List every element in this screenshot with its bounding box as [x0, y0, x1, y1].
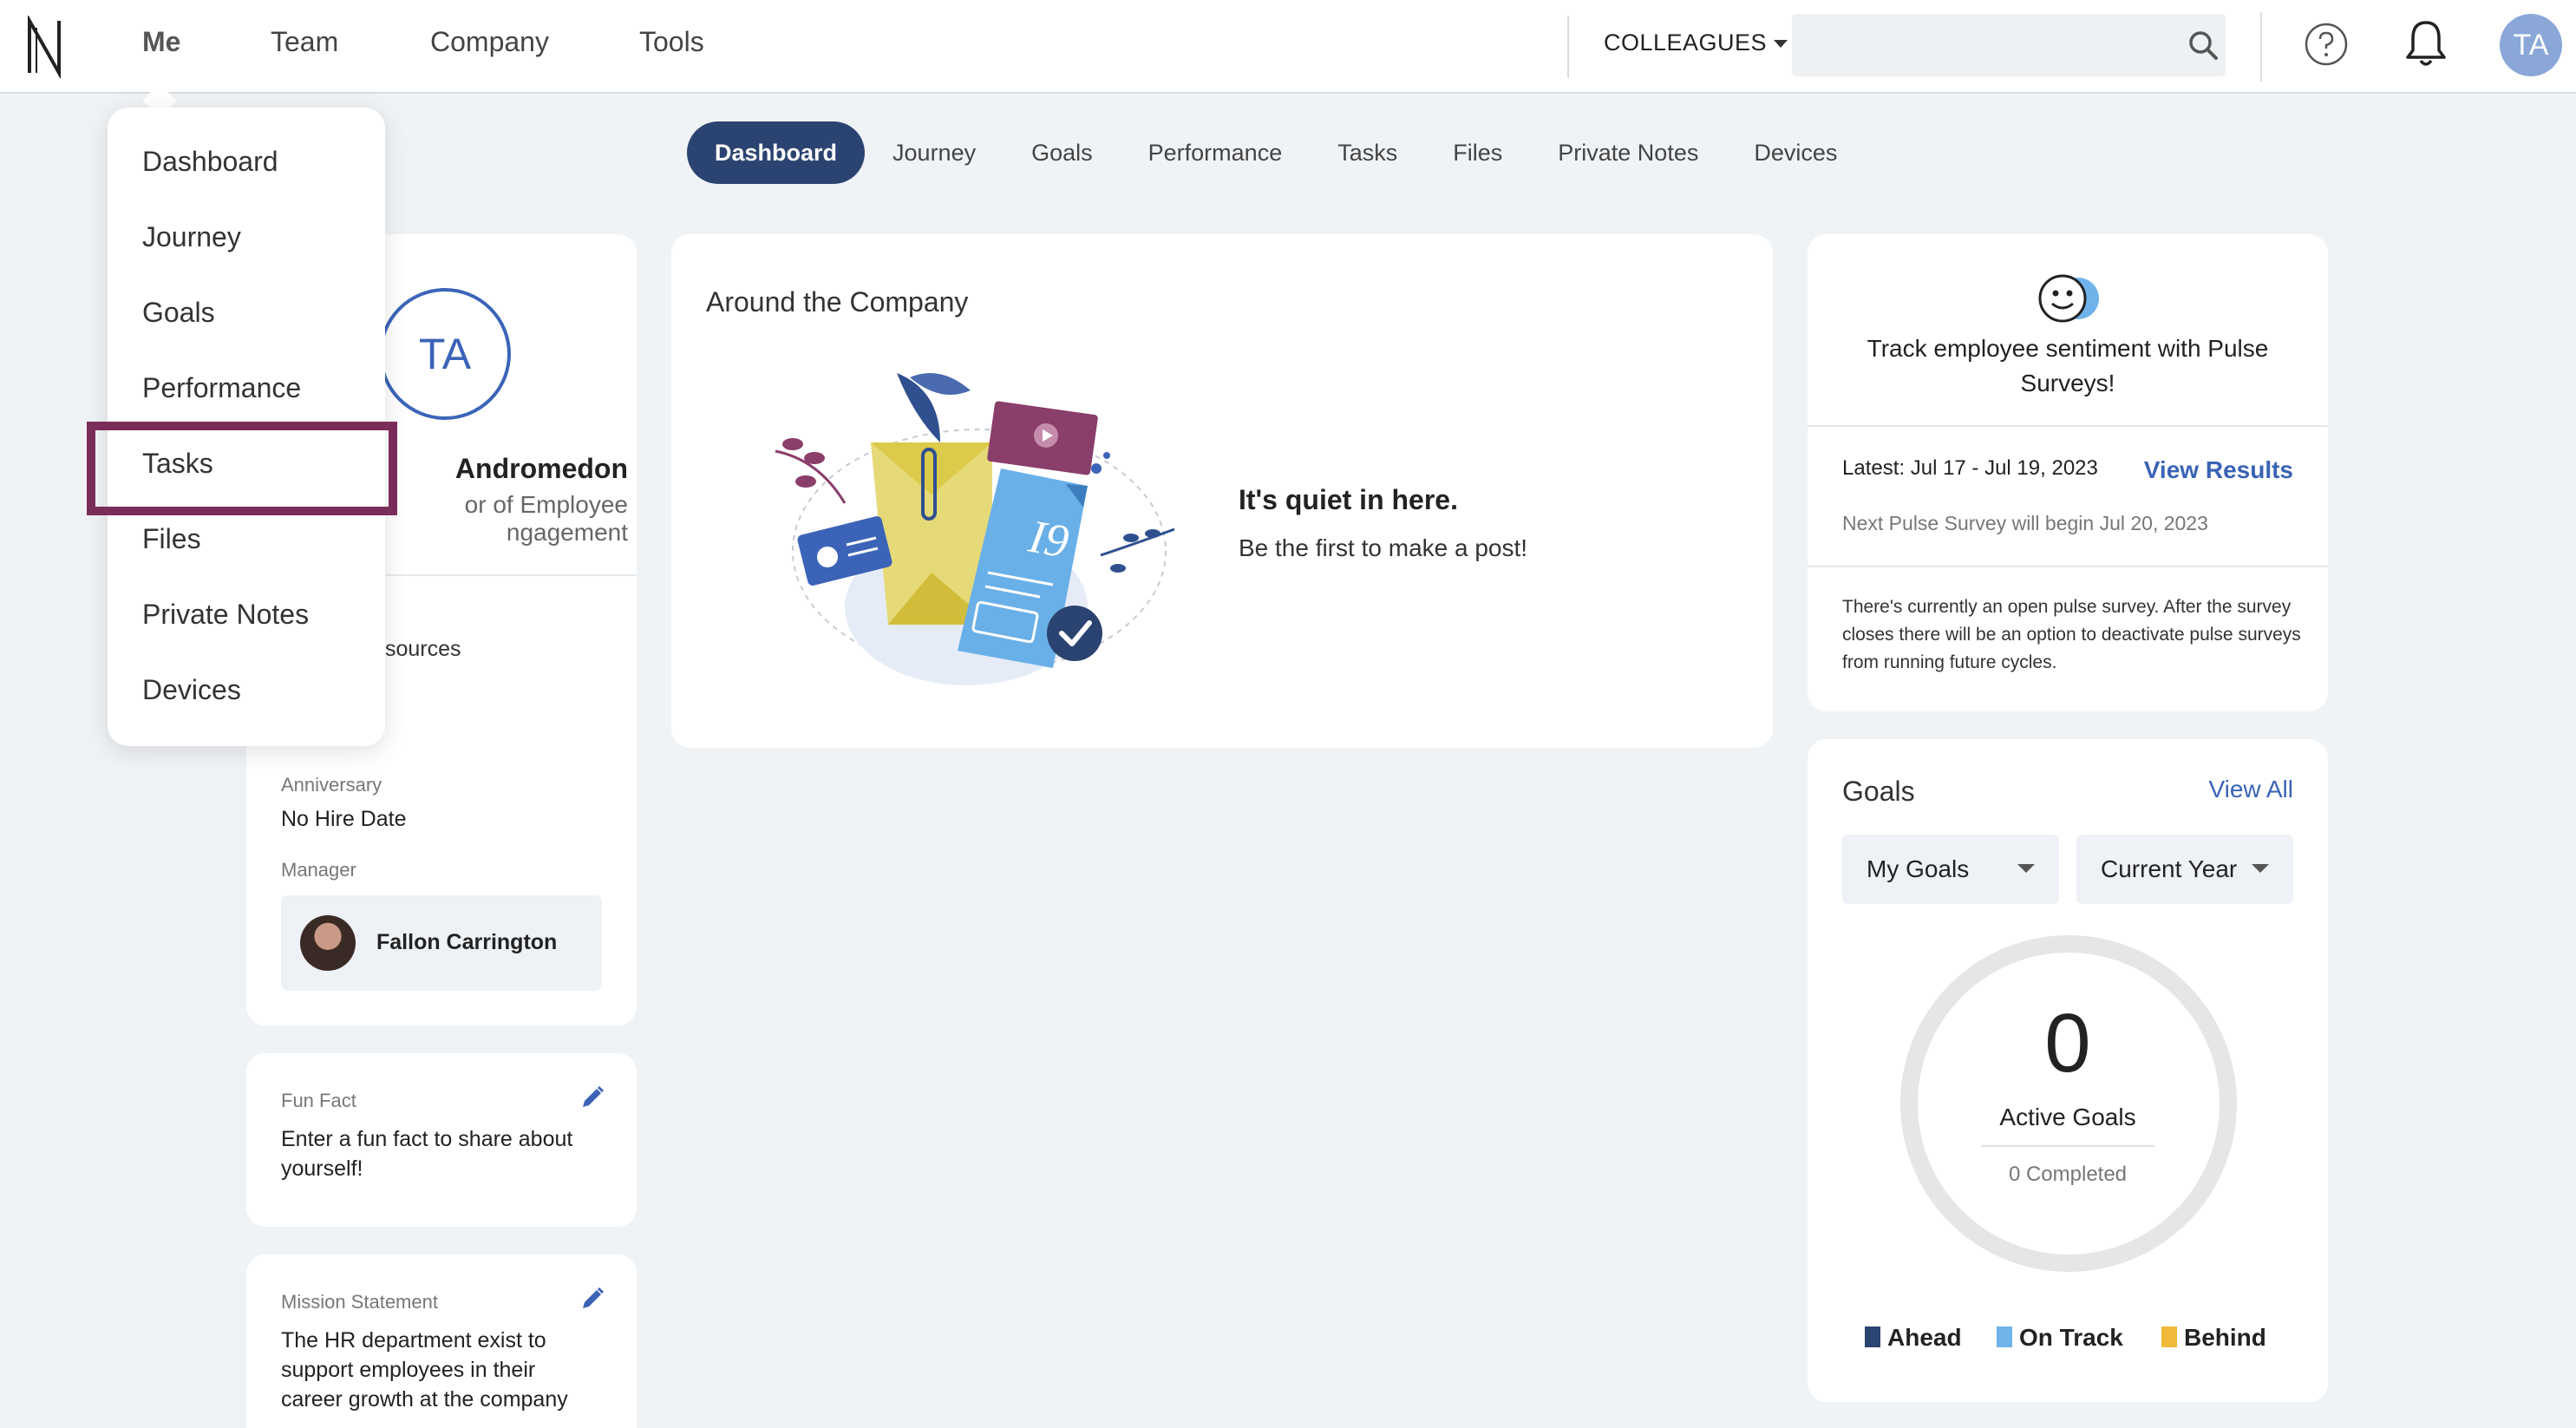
pulse-note: There's currently an open pulse survey. … — [1842, 597, 2301, 672]
goals-title: Goals — [1842, 776, 1915, 807]
colleagues-label: COLLEAGUES — [1604, 29, 1768, 56]
mission-label: Mission Statement — [281, 1291, 438, 1313]
manager-card[interactable]: Fallon Carrington — [281, 895, 602, 991]
search-input[interactable] — [1792, 14, 2226, 76]
tab-devices[interactable]: Devices — [1726, 121, 1865, 184]
legend-swatch — [1865, 1326, 1880, 1347]
view-all-goals-link[interactable]: View All — [2208, 776, 2293, 803]
pulse-survey-card: Track employee sentiment with Pulse Surv… — [1808, 234, 2328, 711]
legend-ahead: Ahead — [1865, 1324, 1962, 1352]
nav-divider — [2260, 12, 2262, 82]
search-icon[interactable] — [2187, 29, 2219, 61]
legend-on-track: On Track — [1997, 1324, 2123, 1352]
caret-down-icon — [2252, 864, 2269, 873]
menu-item-goals[interactable]: Goals — [142, 297, 215, 329]
app-logo[interactable] — [23, 16, 66, 78]
empty-feed-illustration: I9 — [775, 373, 1175, 685]
manager-name: Fallon Carrington — [376, 930, 558, 954]
pulse-next-date: Next Pulse Survey will begin Jul 20, 202… — [1842, 512, 2208, 534]
legend-swatch — [2161, 1326, 2177, 1347]
divider — [1808, 425, 2328, 427]
goals-period-select[interactable]: Current Year — [2076, 835, 2293, 904]
company-feed-title: Around the Company — [706, 286, 969, 318]
goals-period-value: Current Year — [2101, 855, 2238, 882]
menu-item-devices[interactable]: Devices — [142, 674, 241, 706]
mission-statement-card: Mission Statement The HR department exis… — [246, 1254, 637, 1428]
nav-divider — [1567, 16, 1569, 78]
goals-owner-select[interactable]: My Goals — [1842, 835, 2059, 904]
manager-label: Manager — [281, 859, 356, 881]
colleagues-dropdown[interactable]: COLLEAGUES — [1604, 29, 1788, 56]
completed-goals-count: 0 Completed — [2008, 1163, 2128, 1186]
topnav-company[interactable]: Company — [430, 26, 549, 58]
tab-private-notes[interactable]: Private Notes — [1530, 121, 1726, 184]
legend-label: Behind — [2184, 1324, 2266, 1351]
menu-item-files[interactable]: Files — [142, 523, 201, 555]
department-value: sources — [385, 637, 461, 661]
tab-files[interactable]: Files — [1425, 121, 1530, 184]
pulse-headline: Track employee sentiment with Pulse Surv… — [1867, 335, 2269, 396]
pencil-icon[interactable] — [579, 1084, 605, 1110]
menu-item-dashboard[interactable]: Dashboard — [142, 146, 278, 178]
anniversary-value: No Hire Date — [281, 807, 407, 831]
legend-label: Ahead — [1887, 1324, 1962, 1351]
pulse-latest-range: Latest: Jul 17 - Jul 19, 2023 — [1842, 456, 2098, 480]
active-goals-label: Active Goals — [1999, 1104, 2136, 1130]
legend-label: On Track — [2019, 1324, 2123, 1351]
menu-item-private-notes[interactable]: Private Notes — [142, 599, 309, 631]
tab-journey[interactable]: Journey — [865, 121, 1004, 184]
legend-swatch — [1997, 1326, 2012, 1347]
active-goals-count: 0 — [2044, 997, 2091, 1090]
caret-down-icon — [2017, 864, 2035, 873]
manager-avatar — [300, 915, 356, 971]
fun-fact-label: Fun Fact — [281, 1090, 356, 1111]
user-avatar[interactable]: TA — [2500, 14, 2562, 76]
tab-dashboard[interactable]: Dashboard — [687, 121, 866, 184]
profile-avatar: TA — [379, 288, 511, 420]
goals-owner-value: My Goals — [1867, 855, 1970, 882]
anniversary-label: Anniversary — [281, 774, 382, 796]
topnav-me[interactable]: Me — [142, 26, 180, 58]
mission-text: The HR department exist to support emplo… — [281, 1328, 568, 1412]
topnav-tools[interactable]: Tools — [639, 26, 704, 58]
empty-feed-subtitle: Be the first to make a post! — [1239, 534, 1528, 561]
bell-icon[interactable] — [2403, 17, 2449, 69]
tasks-highlight-box — [87, 422, 397, 515]
help-icon[interactable] — [2304, 22, 2349, 67]
view-results-link[interactable]: View Results — [2144, 456, 2293, 484]
divider — [1808, 566, 2328, 567]
goals-card: Goals View All My Goals Current Year 0 A… — [1808, 739, 2328, 1402]
chevron-down-icon — [1774, 40, 1788, 49]
profile-tabs: Dashboard Journey Goals Performance Task… — [687, 121, 1865, 184]
fun-fact-text: Enter a fun fact to share about yourself… — [281, 1127, 573, 1181]
menu-item-journey[interactable]: Journey — [142, 221, 241, 253]
divider — [1981, 1145, 2154, 1147]
empty-feed-title: It's quiet in here. — [1239, 484, 1458, 515]
smiley-face-icon — [2038, 274, 2099, 323]
legend-behind: Behind — [2161, 1324, 2266, 1352]
tab-tasks[interactable]: Tasks — [1310, 121, 1425, 184]
topnav-team[interactable]: Team — [271, 26, 338, 58]
top-navigation-bar: Me Team Company Tools COLLEAGUES TA — [0, 0, 2576, 94]
tab-performance[interactable]: Performance — [1121, 121, 1311, 184]
fun-fact-card: Fun Fact Enter a fun fact to share about… — [246, 1053, 637, 1227]
tab-goals[interactable]: Goals — [1004, 121, 1121, 184]
pencil-icon[interactable] — [579, 1286, 605, 1312]
around-the-company-card: Around the Company I9 It's quiet in here… — [671, 234, 1773, 748]
menu-item-performance[interactable]: Performance — [142, 372, 301, 404]
